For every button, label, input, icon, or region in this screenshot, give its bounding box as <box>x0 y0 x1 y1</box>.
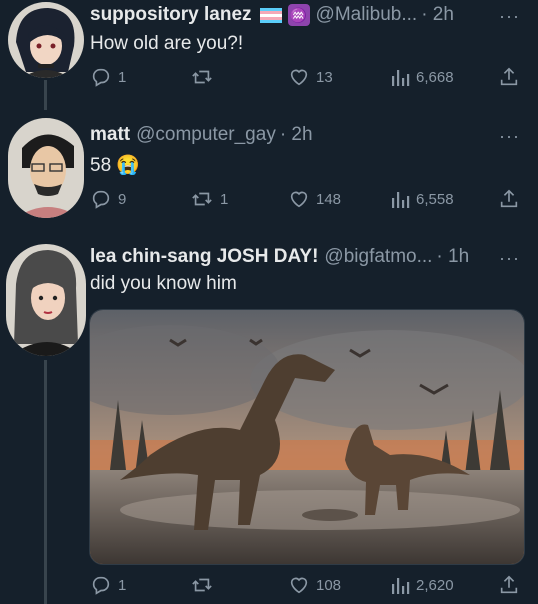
dinosaur-illustration <box>90 310 524 564</box>
views-count: 6,558 <box>416 190 454 208</box>
avatar-image <box>6 244 86 356</box>
retweet-button[interactable] <box>190 574 220 596</box>
aquarius-icon: ♒ <box>287 4 310 26</box>
avatar[interactable] <box>8 118 84 218</box>
views-count: 2,620 <box>416 576 454 594</box>
display-name[interactable]: suppository lanez <box>90 4 252 26</box>
tweet-1[interactable]: suppository lanez ♒ @Malibub... · 2h ···… <box>0 0 538 110</box>
retweet-icon <box>192 192 212 206</box>
tweet-header: lea chin-sang JOSH DAY! @bigfatmo... · 1… <box>90 246 469 268</box>
reply-button[interactable]: 9 <box>90 188 126 210</box>
reply-button[interactable]: 1 <box>90 574 126 596</box>
views-button[interactable]: 6,558 <box>390 188 454 210</box>
views-button[interactable]: 6,668 <box>390 66 454 88</box>
more-icon[interactable]: ··· <box>499 248 520 269</box>
like-icon <box>290 577 308 594</box>
views-icon <box>392 578 410 594</box>
tweet-header: matt @computer_gay · 2h <box>90 124 313 146</box>
tweet-media-image[interactable] <box>89 309 525 565</box>
reply-count: 1 <box>118 576 127 594</box>
like-icon <box>290 191 308 208</box>
share-button[interactable] <box>498 66 520 88</box>
thread-line <box>44 80 47 110</box>
share-icon <box>500 575 518 594</box>
share-button[interactable] <box>498 188 520 210</box>
like-count: 148 <box>316 190 342 208</box>
avatar[interactable] <box>6 244 86 356</box>
share-icon <box>500 67 518 86</box>
reply-button[interactable]: 1 <box>90 66 126 88</box>
retweet-icon <box>192 578 212 592</box>
like-icon <box>290 69 308 86</box>
display-name[interactable]: lea chin-sang JOSH DAY! <box>90 246 318 268</box>
handle[interactable]: @Malibub... <box>316 4 418 26</box>
thread-line <box>44 360 47 604</box>
reply-count: 1 <box>118 68 127 86</box>
timestamp[interactable]: · 2h <box>280 124 313 146</box>
more-icon[interactable]: ··· <box>499 126 520 147</box>
reply-icon <box>92 190 110 209</box>
action-bar: 9 1 148 6,558 <box>90 188 520 210</box>
tweet-text: did you know him <box>90 273 237 294</box>
handle[interactable]: @computer_gay <box>136 124 276 146</box>
share-button[interactable] <box>498 574 520 596</box>
avatar[interactable] <box>8 2 84 78</box>
more-icon[interactable]: ··· <box>499 6 520 27</box>
trans-flag-icon <box>259 7 282 23</box>
tweet-text: How old are you?! <box>90 33 244 54</box>
retweet-icon <box>192 70 212 84</box>
views-icon <box>392 70 410 86</box>
timestamp[interactable]: · 1h <box>436 246 469 268</box>
action-bar: 1 13 6,668 <box>90 66 520 88</box>
views-count: 6,668 <box>416 68 454 86</box>
tweet-text: 58 😭 <box>90 155 141 176</box>
avatar-image <box>8 2 84 78</box>
avatar-image <box>8 118 84 218</box>
retweet-button[interactable]: 1 <box>190 188 228 210</box>
retweet-count: 1 <box>220 190 229 208</box>
timestamp[interactable]: · 2h <box>421 4 454 26</box>
display-name[interactable]: matt <box>90 124 130 146</box>
tweet-header: suppository lanez ♒ @Malibub... · 2h <box>90 4 454 26</box>
reply-count: 9 <box>118 190 127 208</box>
like-button[interactable]: 108 <box>288 574 341 596</box>
like-count: 108 <box>316 576 342 594</box>
retweet-button[interactable] <box>190 66 220 88</box>
reply-icon <box>92 576 110 595</box>
like-count: 13 <box>316 68 333 86</box>
reply-icon <box>92 68 110 87</box>
tweet-2[interactable]: matt @computer_gay · 2h ··· 58 😭 9 1 148… <box>0 110 538 232</box>
share-icon <box>500 189 518 208</box>
like-button[interactable]: 148 <box>288 188 341 210</box>
handle[interactable]: @bigfatmo... <box>324 246 432 268</box>
views-button[interactable]: 2,620 <box>390 574 454 596</box>
like-button[interactable]: 13 <box>288 66 333 88</box>
action-bar: 1 108 2,620 <box>90 574 520 596</box>
views-icon <box>392 192 410 208</box>
